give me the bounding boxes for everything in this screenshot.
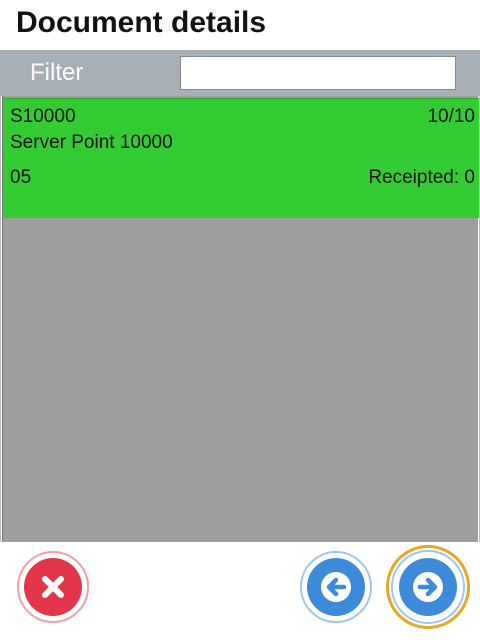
filter-input[interactable]: [180, 56, 456, 90]
filter-label: Filter: [30, 59, 84, 86]
filter-bar: Filter: [0, 50, 480, 96]
arrow-right-icon: [413, 572, 443, 602]
next-button[interactable]: [386, 545, 470, 629]
close-icon: [42, 576, 64, 598]
cancel-button[interactable]: [17, 551, 89, 623]
item-name: Server Point 10000: [10, 132, 173, 153]
next-button-ring: [391, 550, 465, 624]
item-code: S10000: [10, 106, 76, 127]
cancel-button-face: [24, 558, 82, 616]
header: Document details: [0, 0, 480, 50]
item-receipted: Receipted: 0: [368, 167, 475, 188]
list-item[interactable]: S10000 10/10 Server Point 10000 05 Recei…: [3, 98, 479, 218]
back-button[interactable]: [300, 551, 372, 623]
next-button-face: [399, 558, 457, 616]
item-number: 05: [10, 167, 32, 188]
arrow-left-icon: [321, 572, 351, 602]
page-title: Document details: [16, 6, 267, 39]
document-list[interactable]: S10000 10/10 Server Point 10000 05 Recei…: [2, 96, 479, 542]
item-count: 10/10: [427, 106, 475, 127]
back-button-face: [307, 558, 365, 616]
